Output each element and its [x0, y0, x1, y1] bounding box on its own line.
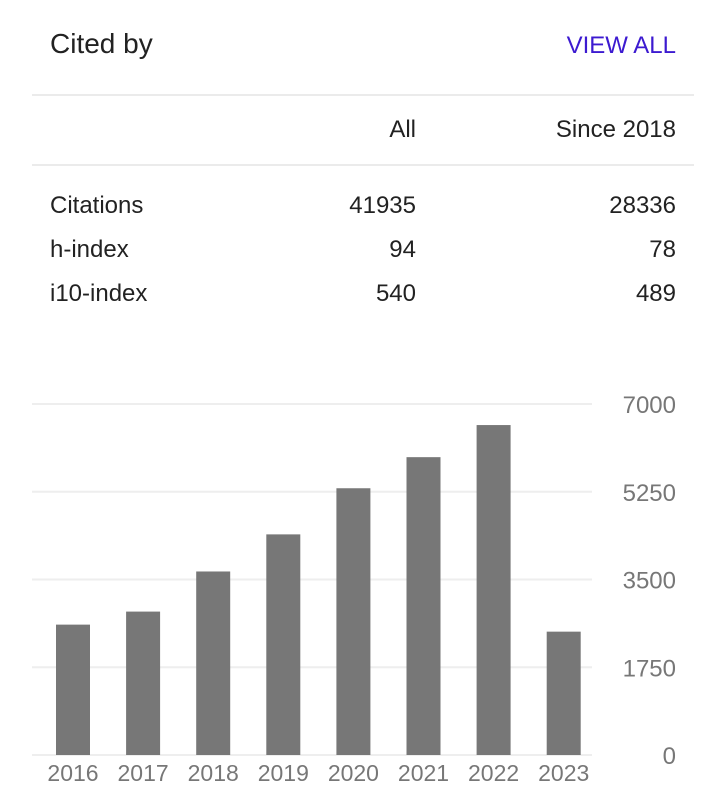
x-tick-label: 2021 [398, 760, 449, 786]
x-tick-label: 2018 [188, 760, 239, 786]
cited-by-title: Cited by [50, 28, 153, 59]
stats-column-headers: All Since 2018 [32, 96, 694, 166]
x-tick-label: 2023 [538, 760, 589, 786]
x-tick-label: 2022 [468, 760, 519, 786]
bar-2023[interactable] [546, 631, 581, 755]
stat-row-citations: Citations 41935 28336 [32, 190, 694, 234]
y-tick-label: 5250 [623, 480, 676, 507]
x-tick-label: 2019 [258, 760, 309, 786]
y-tick-label: 1750 [623, 655, 676, 682]
column-header-since: Since 2018 [555, 116, 676, 143]
bar-2018[interactable] [196, 571, 231, 755]
stat-value-all: 540 [375, 280, 416, 307]
stat-label: Citations [50, 192, 144, 219]
column-header-all: All [389, 116, 416, 143]
y-tick-label: 0 [663, 743, 676, 770]
stat-value-since: 78 [649, 236, 676, 263]
bar-2017[interactable] [126, 611, 161, 755]
y-tick-label: 3500 [623, 568, 676, 595]
stat-value-all: 94 [389, 236, 416, 263]
x-tick-label: 2017 [118, 760, 169, 786]
cited-by-header: Cited by VIEW ALL [32, 0, 694, 96]
bar-2016[interactable] [56, 624, 90, 755]
stat-value-all: 41935 [349, 192, 416, 219]
stat-row-h-index: h-index 94 78 [32, 234, 694, 278]
stat-label: i10-index [50, 280, 148, 307]
stat-label: h-index [50, 236, 129, 263]
bar-2020[interactable] [336, 488, 371, 755]
x-tick-label: 2020 [328, 760, 379, 786]
view-all-link[interactable]: VIEW ALL [567, 32, 676, 60]
bar-2021[interactable] [406, 457, 441, 755]
y-tick-label: 7000 [623, 392, 676, 419]
citations-bar-chart: 0 1750 3500 5250 7000 2016 2017 2018 2019 2020 202… [32, 392, 676, 786]
bar-2019[interactable] [266, 534, 301, 755]
stat-row-i10-index: i10-index 540 489 [32, 278, 694, 322]
x-tick-label: 2016 [47, 760, 98, 786]
stat-value-since: 28336 [609, 192, 676, 219]
bar-2022[interactable] [476, 425, 511, 755]
stats-table: Citations 41935 28336 h-index 94 78 i10-… [32, 190, 694, 322]
stat-value-since: 489 [635, 280, 676, 307]
